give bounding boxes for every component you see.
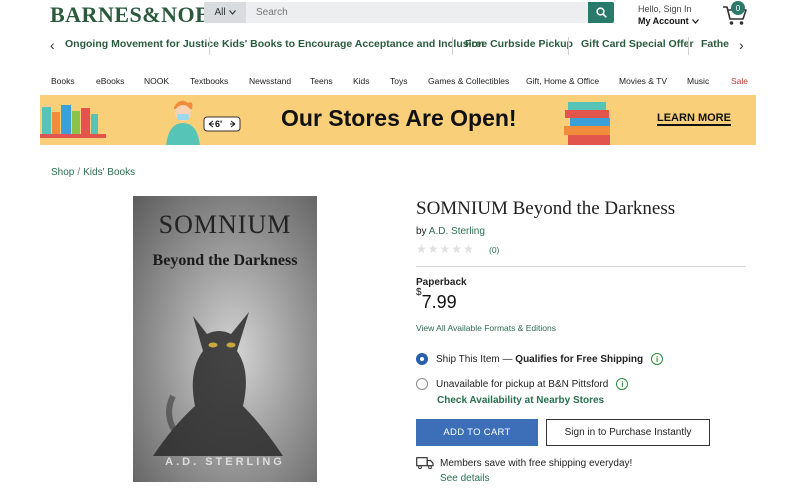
rating-count[interactable]: (0): [489, 245, 499, 255]
nav-games-collectibles[interactable]: Games & Collectibles: [428, 76, 509, 86]
product-byline: by A.D. Sterling: [416, 226, 485, 237]
cart-count-badge: 0: [731, 1, 745, 15]
chevron-left-icon[interactable]: ‹: [50, 36, 55, 54]
account-menu[interactable]: Hello, Sign In My Account: [638, 3, 699, 27]
product-price: $7.99: [416, 287, 457, 313]
search-scope-dropdown[interactable]: All: [204, 2, 246, 23]
shopper-illustration: 6': [166, 100, 241, 145]
promo-divider: [209, 37, 210, 55]
nav-nook[interactable]: NOOK: [144, 76, 169, 86]
nav-newsstand[interactable]: Newsstand: [249, 76, 291, 86]
section-divider: [416, 266, 746, 267]
nav-gift-home-office[interactable]: Gift, Home & Office: [526, 76, 599, 86]
truck-icon: [416, 457, 434, 469]
promo-link-gift-card[interactable]: Gift Card Special Offer: [581, 38, 694, 50]
members-note-text: Members save with free shipping everyday…: [440, 457, 633, 469]
promo-divider: [452, 37, 453, 55]
ship-option[interactable]: Ship This Item — Qualifies for Free Ship…: [416, 353, 664, 365]
cover-author: A.D. STERLING: [165, 456, 285, 468]
learn-more-link[interactable]: LEARN MORE: [657, 112, 731, 126]
nav-movies-tv[interactable]: Movies & TV: [619, 76, 667, 86]
format-label: Paperback: [416, 277, 467, 288]
star-rating[interactable]: ★★★★★: [416, 242, 475, 256]
sign-in-purchase-button[interactable]: Sign in to Purchase Instantly: [546, 419, 710, 446]
currency-symbol: $: [416, 287, 422, 298]
see-details-link[interactable]: See details: [440, 473, 489, 484]
info-icon[interactable]: i: [651, 353, 664, 365]
pickup-radio[interactable]: [416, 378, 428, 390]
nav-books[interactable]: Books: [51, 76, 75, 86]
product-title: SOMNIUM Beyond the Darkness: [416, 198, 676, 219]
account-greeting: Hello, Sign In: [638, 4, 692, 14]
search-scope-label: All: [214, 7, 226, 18]
book-stack-illustration: [564, 102, 610, 145]
search-bar: All: [204, 2, 614, 23]
shadow-cat-illustration: [153, 312, 283, 456]
chevron-down-icon: [691, 18, 699, 24]
distance-sign-text: 6': [215, 119, 222, 129]
breadcrumb-separator: /: [77, 167, 81, 178]
promo-divider: [568, 37, 569, 55]
cover-title: SOMNIUM: [158, 210, 292, 239]
search-input[interactable]: [246, 2, 588, 23]
nav-music[interactable]: Music: [687, 76, 709, 86]
ship-option-label: Ship This Item —: [436, 353, 513, 365]
promo-link-father[interactable]: Father: [701, 38, 729, 50]
nav-sale[interactable]: Sale: [731, 76, 748, 86]
byline-prefix: by: [416, 226, 427, 237]
promo-link-justice[interactable]: Ongoing Movement for Justice: [65, 38, 219, 50]
promo-carousel: ‹ Ongoing Movement for Justice Kids' Boo…: [0, 36, 800, 55]
breadcrumb: Shop / Kids' Books: [51, 167, 135, 178]
nav-teens[interactable]: Teens: [310, 76, 333, 86]
info-icon[interactable]: i: [616, 378, 629, 390]
promo-link-curbside[interactable]: Free Curbside Pickup: [465, 38, 573, 50]
chevron-right-icon[interactable]: ›: [739, 36, 744, 54]
cover-subtitle: Beyond the Darkness: [152, 252, 298, 269]
stores-open-banner[interactable]: 6' Our Stores Are Open! LEARN MORE: [40, 95, 756, 145]
bookshelf-illustration: [40, 105, 106, 138]
add-to-cart-button[interactable]: ADD TO CART: [416, 419, 538, 446]
pickup-option-label: Unavailable for pickup at B&N Pittsford: [436, 378, 609, 390]
promo-divider: [688, 37, 689, 55]
category-nav: Books eBooks NOOK Textbooks Newsstand Te…: [0, 76, 800, 90]
account-label: My Account: [638, 16, 689, 26]
author-link[interactable]: A.D. Sterling: [429, 226, 485, 237]
breadcrumb-kids-books[interactable]: Kids' Books: [83, 167, 135, 178]
members-shipping-note: Members save with free shipping everyday…: [416, 457, 632, 469]
nav-kids[interactable]: Kids: [353, 76, 370, 86]
ship-radio[interactable]: [416, 353, 428, 365]
pickup-option[interactable]: Unavailable for pickup at B&N Pittsford …: [416, 378, 629, 390]
ship-qualifier: Qualifies for Free Shipping: [515, 353, 644, 365]
check-availability-link[interactable]: Check Availability at Nearby Stores: [437, 395, 604, 406]
breadcrumb-shop[interactable]: Shop: [51, 167, 74, 178]
book-cover-image[interactable]: SOMNIUM Beyond the Darkness A.D. STERLIN…: [133, 196, 317, 482]
promo-link-kids-books[interactable]: Kids' Books to Encourage Acceptance and …: [222, 38, 484, 50]
view-formats-link[interactable]: View All Available Formats & Editions: [416, 323, 556, 333]
nav-ebooks[interactable]: eBooks: [96, 76, 124, 86]
banner-title: Our Stores Are Open!: [281, 105, 517, 131]
nav-textbooks[interactable]: Textbooks: [190, 76, 228, 86]
search-button[interactable]: [588, 2, 614, 23]
price-value: 7.99: [421, 292, 457, 312]
nav-toys[interactable]: Toys: [390, 76, 407, 86]
search-icon: [595, 7, 607, 18]
chevron-down-icon: [228, 10, 236, 15]
